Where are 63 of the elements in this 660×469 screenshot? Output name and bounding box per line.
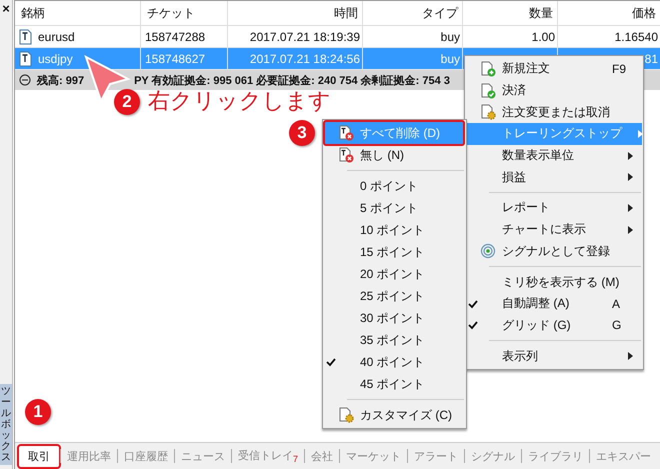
menu-item[interactable]: レポート <box>466 197 642 219</box>
checkmark-icon <box>468 320 478 330</box>
step-number-badge: 2 <box>114 89 140 115</box>
table-cell: buy <box>440 52 460 66</box>
document-delete-icon <box>338 125 354 141</box>
tab[interactable]: 受信トレイ$_{7}$ <box>233 444 304 468</box>
tab[interactable]: 取引 <box>19 446 59 466</box>
menu-item[interactable]: 30 ポイント <box>324 307 465 329</box>
table-cell: usdjpy <box>38 52 73 66</box>
menu-item[interactable]: 5 ポイント <box>324 197 465 219</box>
menu-item[interactable]: カスタマイズ (C) <box>324 404 465 426</box>
menu-item[interactable]: 25 ポイント <box>324 285 465 307</box>
table-cell: eurusd <box>38 30 75 44</box>
signal-icon <box>480 243 496 260</box>
table-cell: buy <box>440 30 460 44</box>
menu-item[interactable]: 0 ポイント <box>324 175 465 197</box>
menu-item[interactable]: チャートに表示 <box>466 218 642 240</box>
menu-item[interactable]: シグナルとして登録 <box>466 240 642 262</box>
column-header[interactable]: タイプ <box>363 1 463 25</box>
menu-item[interactable]: 40 ポイント <box>324 351 465 373</box>
table-cell: 158747288 <box>145 30 206 44</box>
column-header[interactable]: 数量 <box>463 1 558 25</box>
checkmark-icon <box>326 357 336 367</box>
menu-item[interactable]: 無し (N) <box>324 144 465 166</box>
menu-item[interactable]: グリッド (G) G <box>466 314 642 336</box>
menu-item[interactable]: 数量表示単位 <box>466 144 642 166</box>
collapse-icon[interactable] <box>19 74 31 86</box>
menu-item[interactable]: 損益 <box>466 166 642 188</box>
menu-item[interactable]: ミリ秒を表示する (M) <box>466 271 642 293</box>
step-number-badge: 1 <box>25 399 51 425</box>
toolbox-title: ツールボックス <box>0 384 12 465</box>
table-cell: 81 <box>644 52 658 66</box>
menu-item[interactable]: 注文変更または取消 <box>466 101 642 124</box>
document-gear-icon <box>480 104 496 120</box>
menu-item[interactable]: 自動調整 (A) A <box>466 292 642 315</box>
table-cell: 2017.07.21 18:19:39 <box>250 30 360 44</box>
menu-item[interactable]: 決済 <box>466 80 642 102</box>
document-check-icon <box>480 82 496 99</box>
step-number-badge: 3 <box>289 120 315 146</box>
balance-text: 残高: 997 <box>37 74 84 88</box>
document-delete-icon <box>338 147 354 163</box>
table-cell: 2017.07.21 18:24:56 <box>250 52 360 66</box>
document-gear-icon <box>338 407 354 423</box>
document-plus-icon <box>480 60 496 77</box>
column-header[interactable]: 価格 <box>558 1 660 25</box>
menu-item[interactable]: 35 ポイント <box>324 329 465 351</box>
menu-item[interactable]: 15 ポイント <box>324 241 465 263</box>
table-cell: 1.00 <box>532 30 555 44</box>
menu-item[interactable]: 20 ポイント <box>324 263 465 285</box>
checkmark-icon <box>468 298 478 309</box>
menu-item[interactable]: 表示列 <box>466 345 642 367</box>
instruction-text: 右クリックします <box>148 87 331 115</box>
menu-item[interactable]: 45 ポイント <box>324 373 465 395</box>
table-cell: 158748627 <box>145 52 206 66</box>
column-header[interactable]: 銘柄 <box>15 1 141 25</box>
margin-summary-text: PY 有効証拠金: 995 061 必要証拠金: 240 754 余剰証拠金: 754 3 <box>134 74 450 88</box>
column-header[interactable]: 時間 <box>228 1 363 25</box>
menu-item[interactable]: 10 ポイント <box>324 219 465 241</box>
table-cell: 1.16540 <box>614 30 658 44</box>
column-header[interactable]: チケット <box>141 1 228 25</box>
document-icon <box>19 28 33 44</box>
close-button[interactable]: × <box>2 2 10 16</box>
document-icon <box>19 50 33 66</box>
